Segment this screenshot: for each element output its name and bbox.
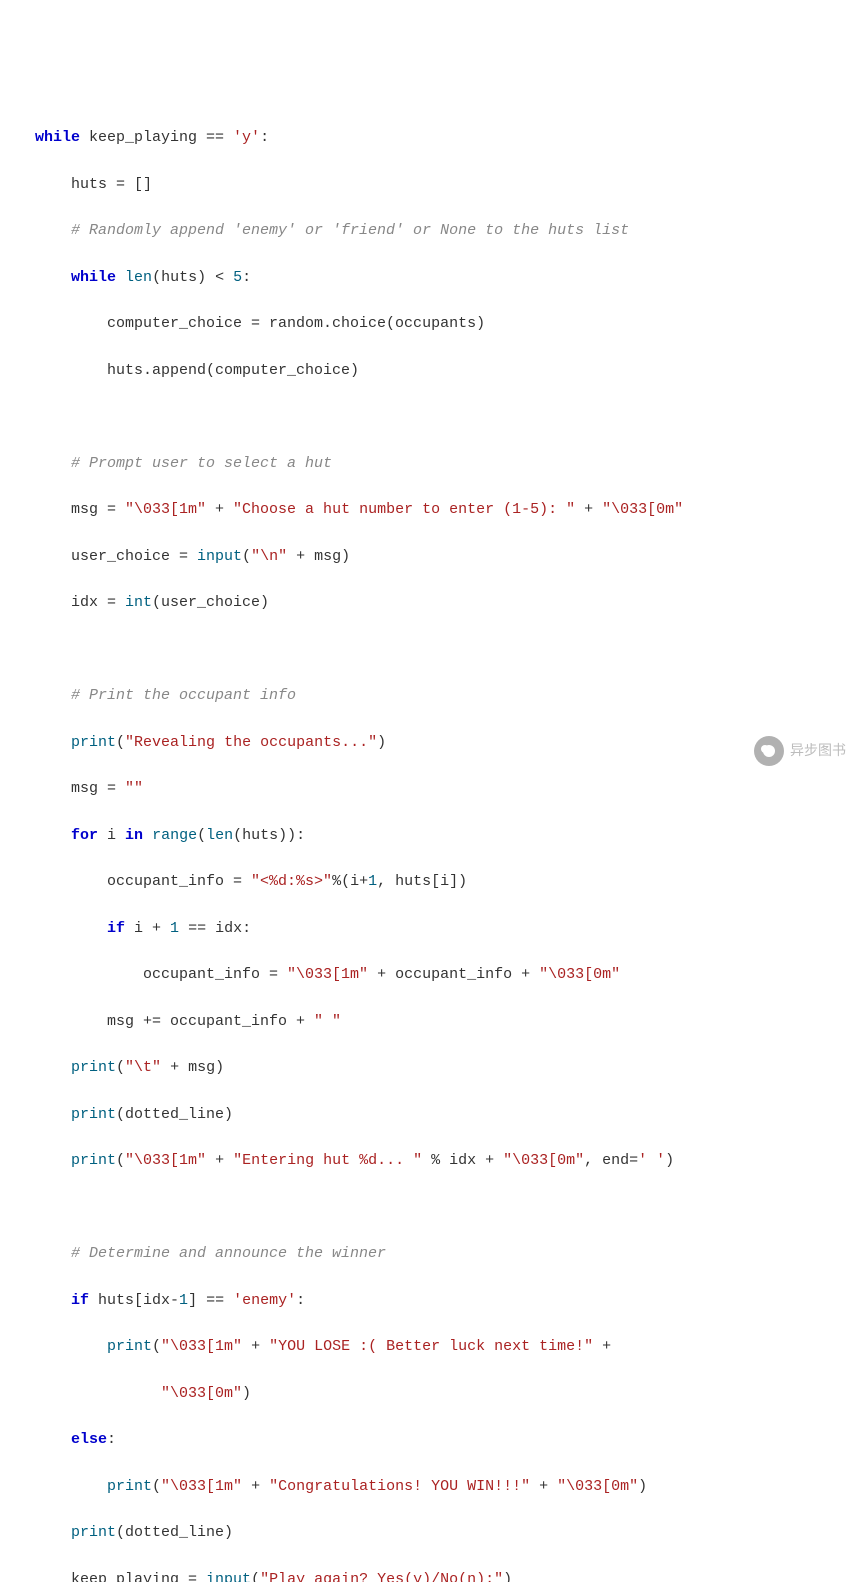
code-line: # Determine and announce the winner [35, 1242, 866, 1265]
code-line: msg = "" [35, 777, 866, 800]
code-line: computer_choice = random.choice(occupant… [35, 312, 866, 335]
code-line: huts = [] [35, 173, 866, 196]
code-line: print("\033[1m" + "Congratulations! YOU … [35, 1475, 866, 1498]
code-line: occupant_info = "<%d:%s>"%(i+1, huts[i]) [35, 870, 866, 893]
code-line: while keep_playing == 'y': [35, 126, 866, 149]
code-line: keep_playing = input("Play again? Yes(y)… [35, 1568, 866, 1582]
code-line [35, 405, 866, 428]
code-block: while keep_playing == 'y': huts = [] # R… [0, 103, 866, 1582]
code-line: user_choice = input("\n" + msg) [35, 545, 866, 568]
code-line: print(dotted_line) [35, 1521, 866, 1544]
weibo-icon [754, 736, 784, 766]
keyword-else: else [71, 1431, 107, 1448]
code-line: if i + 1 == idx: [35, 917, 866, 940]
watermark-text: 异步图书 [790, 740, 846, 762]
code-line: # Print the occupant info [35, 684, 866, 707]
code-line: print("Revealing the occupants...") [35, 731, 866, 754]
code-line [35, 638, 866, 661]
code-line: for i in range(len(huts)): [35, 824, 866, 847]
code-line [35, 1196, 866, 1219]
comment: # Print the occupant info [35, 687, 296, 704]
code-line: print("\033[1m" + "YOU LOSE :( Better lu… [35, 1335, 866, 1358]
code-line: while len(huts) < 5: [35, 266, 866, 289]
keyword-for: for [71, 827, 98, 844]
code-line: msg += occupant_info + " " [35, 1010, 866, 1033]
code-line: occupant_info = "\033[1m" + occupant_inf… [35, 963, 866, 986]
code-line: else: [35, 1428, 866, 1451]
keyword-while: while [71, 269, 116, 286]
code-line: # Randomly append 'enemy' or 'friend' or… [35, 219, 866, 242]
code-line: if huts[idx-1] == 'enemy': [35, 1289, 866, 1312]
keyword-while: while [35, 129, 80, 146]
code-line: msg = "\033[1m" + "Choose a hut number t… [35, 498, 866, 521]
keyword-if: if [107, 920, 125, 937]
comment: # Determine and announce the winner [35, 1245, 386, 1262]
code-line: print("\t" + msg) [35, 1056, 866, 1079]
keyword-if: if [71, 1292, 89, 1309]
comment: # Randomly append 'enemy' or 'friend' or… [35, 222, 629, 239]
code-line: # Prompt user to select a hut [35, 452, 866, 475]
code-line: huts.append(computer_choice) [35, 359, 866, 382]
watermark: 异步图书 [754, 736, 846, 766]
code-line: print("\033[1m" + "Entering hut %d... " … [35, 1149, 866, 1172]
code-line: print(dotted_line) [35, 1103, 866, 1126]
code-line: idx = int(user_choice) [35, 591, 866, 614]
code-line: "\033[0m") [35, 1382, 866, 1405]
keyword-in: in [125, 827, 143, 844]
comment: # Prompt user to select a hut [35, 455, 332, 472]
